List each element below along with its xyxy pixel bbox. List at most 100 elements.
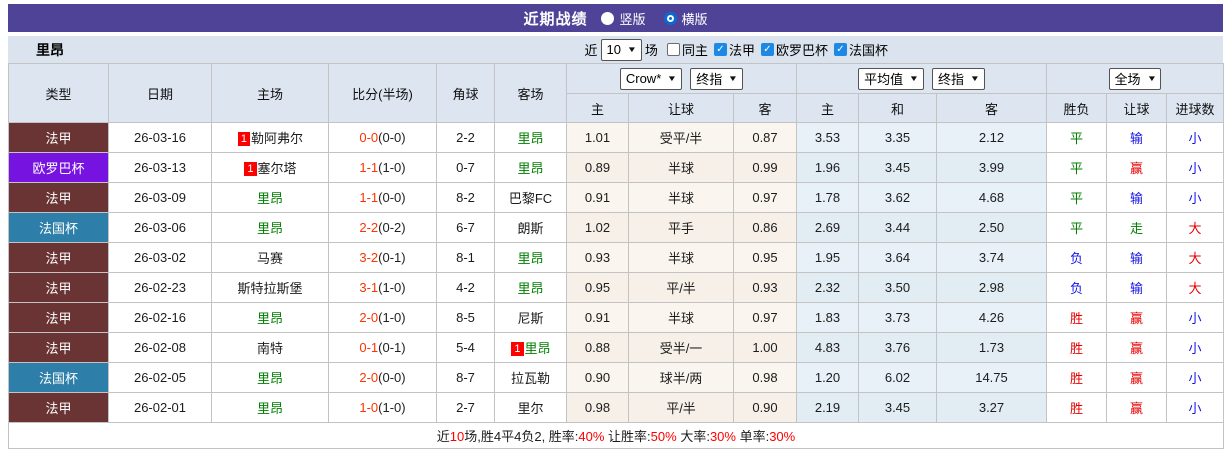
fulltime-score: 2-0 xyxy=(359,310,379,325)
recent-count-select[interactable]: 10 ▼ xyxy=(600,38,642,61)
halftime-score: (0-0) xyxy=(378,130,406,145)
table-row: 法甲 26-03-02 马赛 3-2(0-1) 8-1 里昂 0.93 半球 0.95 1.95 3… xyxy=(8,242,1225,273)
team-label: 巴黎FC xyxy=(508,191,553,206)
result-goals-cell: 小 xyxy=(1165,362,1225,393)
checkbox-label: 法国杯 xyxy=(848,43,888,58)
away-team-cell: 里昂 xyxy=(494,122,567,153)
odds-away-cell: 0.95 xyxy=(733,242,797,273)
checkbox-法甲[interactable]: ✓ xyxy=(713,43,727,56)
bookmaker-select-value: Crow* xyxy=(625,71,662,86)
date-cell: 26-02-08 xyxy=(108,332,212,363)
checkbox-label: 同主 xyxy=(681,43,708,58)
league-cell: 法甲 xyxy=(8,182,109,213)
odds-handicap-cell: 平/半 xyxy=(628,392,734,423)
avg-draw-cell: 3.50 xyxy=(858,272,937,303)
result-wdl-cell: 负 xyxy=(1046,272,1107,303)
score-cell: 3-1(1-0) xyxy=(328,272,437,303)
avg-select[interactable]: 平均值 ▼ xyxy=(858,67,924,90)
team-label: 里昂 xyxy=(517,251,544,266)
home-team-cell: 南特 xyxy=(211,332,329,363)
full-match-select[interactable]: 全场 ▼ xyxy=(1108,67,1162,90)
score-cell: 0-0(0-0) xyxy=(328,122,437,153)
date-cell: 26-03-06 xyxy=(108,212,212,243)
result-scope-group: 全场 ▼ xyxy=(1045,63,1225,94)
card-badge: 1 xyxy=(237,132,251,146)
avg-home-cell: 1.20 xyxy=(796,362,859,393)
subcol-avg-draw: 和 xyxy=(858,93,937,123)
away-team-cell: 巴黎FC xyxy=(494,182,567,213)
checkbox-同主[interactable] xyxy=(666,43,680,56)
avg-home-cell: 1.96 xyxy=(796,152,859,183)
table-row: 法国杯 26-02-05 里昂 2-0(0-0) 8-7 拉瓦勒 0.90 球半/两 0.98 1… xyxy=(8,362,1225,393)
avg-away-cell: 2.12 xyxy=(936,122,1047,153)
subcol-result-handicap: 让球 xyxy=(1106,93,1167,123)
team-label: 里昂 xyxy=(517,131,544,146)
avg-draw-cell: 3.62 xyxy=(858,182,937,213)
date-cell: 26-02-01 xyxy=(108,392,212,423)
table-row: 法甲 26-03-09 里昂 1-1(0-0) 8-2 巴黎FC 0.91 半球 0.97 1.7… xyxy=(8,182,1225,213)
result-handicap-cell: 输 xyxy=(1106,242,1167,273)
table-row: 法甲 26-02-08 南特 0-1(0-1) 5-4 1 里昂 0.88 受半/一 1.00 4.… xyxy=(8,332,1225,363)
home-team-cell: 里昂 xyxy=(211,362,329,393)
filter-bar: 里昂 近 10 ▼ 场 同主 ✓ 法甲 ✓ 欧罗巴杯 ✓ 法国杯 xyxy=(8,36,1223,63)
avg-draw-cell: 6.02 xyxy=(858,362,937,393)
result-wdl-cell: 负 xyxy=(1046,242,1107,273)
result-wdl-cell: 胜 xyxy=(1046,332,1107,363)
corners-cell: 5-4 xyxy=(436,332,495,363)
checkbox-欧罗巴杯[interactable]: ✓ xyxy=(760,43,774,56)
filter-controls: 近 10 ▼ 场 同主 ✓ 法甲 ✓ 欧罗巴杯 ✓ 法国杯 xyxy=(585,38,1223,61)
date-cell: 26-02-23 xyxy=(108,272,212,303)
score-cell: 1-1(1-0) xyxy=(328,152,437,183)
odds-away-cell: 0.86 xyxy=(733,212,797,243)
avg-stage-select[interactable]: 终指 ▼ xyxy=(932,67,985,90)
avg-draw-cell: 3.76 xyxy=(858,332,937,363)
odds-handicap-cell: 半球 xyxy=(628,182,734,213)
team-label: 拉瓦勒 xyxy=(510,371,550,386)
col-header-away: 客场 xyxy=(494,63,567,123)
odds-away-cell: 0.93 xyxy=(733,272,797,303)
subcol-avg-home: 主 xyxy=(796,93,859,123)
result-wdl-cell: 平 xyxy=(1046,122,1107,153)
radio-vertical[interactable]: 竖版 xyxy=(601,9,646,28)
result-goals-cell: 大 xyxy=(1165,212,1225,243)
summary-segment: 近 xyxy=(436,429,450,444)
summary-segment: 40% xyxy=(578,429,605,444)
odds-handicap-cell: 平手 xyxy=(628,212,734,243)
avg-stage-select-value: 终指 xyxy=(938,72,965,87)
odds-stage-select[interactable]: 终指 ▼ xyxy=(690,67,744,90)
odds-away-cell: 1.00 xyxy=(733,332,797,363)
table-row: 法国杯 26-03-06 里昂 2-2(0-2) 6-7 朗斯 1.02 平手 0.86 2.69… xyxy=(8,212,1225,243)
result-goals-cell: 小 xyxy=(1165,302,1225,333)
avg-away-cell: 3.27 xyxy=(936,392,1047,423)
halftime-score: (0-2) xyxy=(378,220,406,235)
checkbox-法国杯[interactable]: ✓ xyxy=(833,43,847,56)
bookmaker-select[interactable]: Crow* ▼ xyxy=(619,67,683,90)
subcol-odds-home: 主 xyxy=(566,93,629,123)
full-match-select-value: 全场 xyxy=(1114,72,1141,87)
avg-home-cell: 1.78 xyxy=(796,182,859,213)
col-header-score: 比分(半场) xyxy=(328,63,437,123)
home-team-cell: 里昂 xyxy=(211,182,329,213)
away-team-cell: 里昂 xyxy=(494,272,567,303)
team-label: 里昂 xyxy=(256,371,283,386)
date-cell: 26-02-16 xyxy=(108,302,212,333)
result-goals-cell: 小 xyxy=(1165,152,1225,183)
summary-row: 近10场,胜4平4负2, 胜率:40% 让胜率:50% 大率:30% 单率:30… xyxy=(7,422,1225,449)
team-label: 里昂 xyxy=(256,311,283,326)
avg-odds-group: 平均值 ▼ 终指 ▼ xyxy=(796,63,1047,94)
radio-horizontal[interactable]: 横版 xyxy=(663,9,708,28)
date-cell: 26-02-05 xyxy=(108,362,212,393)
radio-label: 横版 xyxy=(681,11,708,27)
score-cell: 3-2(0-1) xyxy=(328,242,437,273)
date-cell: 26-03-09 xyxy=(108,182,212,213)
page-title: 近期战绩 xyxy=(523,10,588,28)
corners-cell: 8-5 xyxy=(436,302,495,333)
home-team-cell: 里昂 xyxy=(211,302,329,333)
result-handicap-cell: 赢 xyxy=(1106,362,1167,393)
chevron-down-icon: ▼ xyxy=(728,74,739,83)
home-team-cell: 斯特拉斯堡 xyxy=(211,272,329,303)
league-cell: 法甲 xyxy=(8,122,109,153)
summary-segment: 30% xyxy=(769,429,796,444)
odds-home-cell: 1.02 xyxy=(566,212,629,243)
avg-away-cell: 3.99 xyxy=(936,152,1047,183)
